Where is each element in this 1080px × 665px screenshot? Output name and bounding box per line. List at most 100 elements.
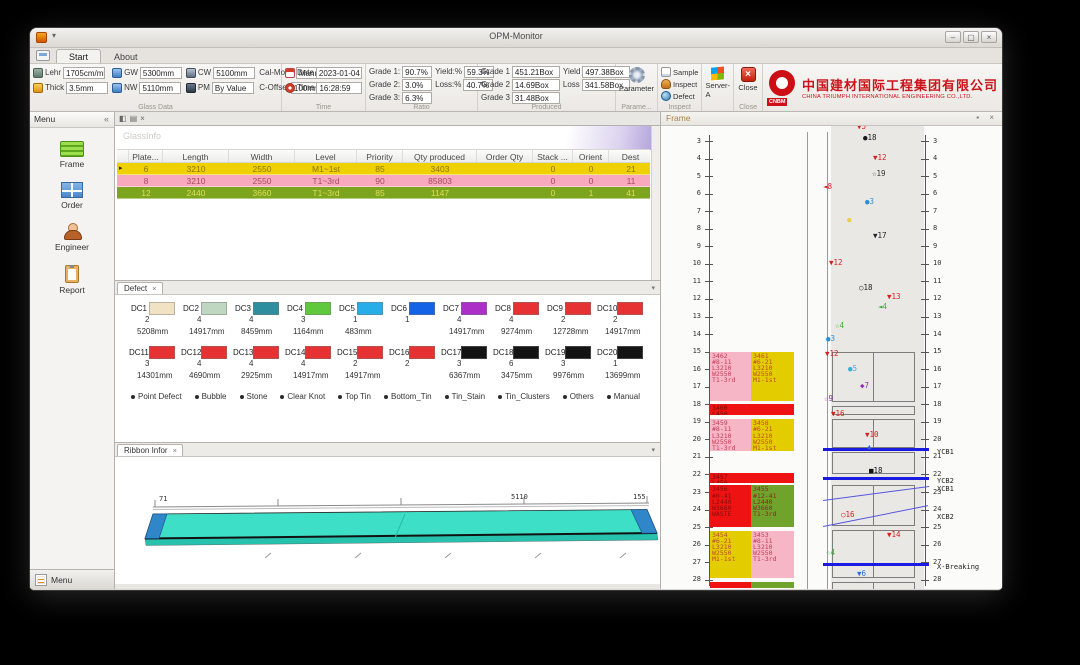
tab-defect[interactable]: Defect × — [117, 282, 163, 294]
table-row[interactable]: ▸632102550M1~1st8534030021Running — [117, 163, 650, 175]
cw-input[interactable]: 5100mm — [213, 66, 256, 79]
group-label: Time — [315, 104, 332, 111]
ruler-tick — [921, 316, 929, 318]
chevron-down-icon[interactable]: ▾ — [651, 446, 655, 454]
maximize-icon[interactable]: ▢ — [963, 31, 979, 43]
window-menu-icon[interactable] — [36, 50, 50, 61]
grade-2-input[interactable]: 14.69Box — [511, 78, 560, 91]
defect-color-swatch[interactable] — [461, 345, 487, 359]
defect-head: DC14 — [285, 345, 334, 359]
defect-color-swatch[interactable] — [565, 345, 591, 359]
grade-1-input[interactable]: 90.7% — [402, 65, 433, 78]
sample-button[interactable]: Sample — [661, 66, 698, 78]
close-tab-icon[interactable]: × — [152, 284, 156, 293]
defect-color-swatch[interactable] — [149, 345, 175, 359]
time-input[interactable]: 16:28:59 — [316, 81, 363, 94]
defect-color-swatch[interactable] — [617, 301, 643, 315]
svg-text:71: 71 — [159, 495, 167, 503]
defect-item-dc15: DC15 2 14917mm — [337, 345, 386, 383]
field-grade-1: Grade 1 451.21Box — [481, 65, 560, 78]
gw-icon — [112, 67, 123, 78]
group-label: Parame... — [621, 104, 652, 111]
defect-color-swatch[interactable] — [461, 301, 487, 315]
conveyor-edge-line — [827, 132, 828, 589]
app-window: ▾ OPM-Monitor – ▢ × Start About Lehr 1705cm/… — [30, 28, 1002, 590]
sidebar-menu-button[interactable]: Menu — [30, 569, 114, 589]
tab-ribbon-infor[interactable]: Ribbon Infor × — [117, 444, 183, 456]
close-app-button[interactable]: × Close — [738, 67, 758, 92]
ruler-tick — [705, 316, 713, 318]
defect-color-swatch[interactable] — [409, 345, 435, 359]
sidebar-item-report[interactable]: Report — [30, 265, 114, 295]
defect-color-swatch[interactable] — [305, 345, 331, 359]
grade-1-input[interactable]: 451.21Box — [511, 65, 560, 78]
tab-start[interactable]: Start — [56, 49, 102, 63]
defect-button[interactable]: Defect — [661, 90, 698, 102]
parameter-button[interactable]: Parameter — [619, 67, 654, 93]
lehr-input[interactable]: 1705cm/min — [63, 66, 106, 79]
table-scrollbar[interactable] — [651, 126, 660, 280]
chevron-down-icon[interactable]: ▾ — [651, 284, 655, 292]
date-input[interactable]: 2023-01-04 — [315, 66, 362, 79]
legend-dot-icon — [498, 394, 503, 399]
defect-color-swatch[interactable] — [253, 301, 279, 315]
row-marker: ▸ — [119, 165, 123, 172]
table-row[interactable]: 1224403660T1~3rd8511470141Running — [117, 187, 650, 199]
defect-color-swatch[interactable] — [565, 301, 591, 315]
ruler-tick — [705, 228, 713, 230]
sidebar-item-frame[interactable]: Frame — [30, 141, 114, 169]
server-a-button[interactable]: Server-A — [705, 65, 730, 99]
minimize-icon[interactable]: – — [945, 31, 961, 43]
company-name-cn: 中国建材国际工程集团有限公司 — [801, 78, 998, 93]
gw-input[interactable]: 5300mm — [139, 66, 182, 79]
defect-color-swatch[interactable] — [617, 345, 643, 359]
grade-3-input[interactable]: 6.3% — [402, 91, 433, 104]
inspect-button[interactable]: Inspect — [661, 78, 698, 90]
close-icon: × — [740, 67, 756, 82]
sidebar-item-order[interactable]: Order — [30, 182, 114, 210]
table-row[interactable]: 832102550T1~3rd90858030011Running — [117, 175, 650, 187]
nw-input[interactable]: 5110mm — [139, 81, 182, 94]
close-tab-icon[interactable]: × — [140, 114, 145, 123]
thick-input[interactable]: 3.5mm — [66, 81, 109, 94]
sidebar: Menu « Frame Order Engineer Report Menu — [30, 112, 115, 589]
time-icon — [285, 82, 295, 93]
ruler-tick — [921, 456, 929, 458]
collapse-icon[interactable]: « — [104, 114, 109, 124]
grade-3-input[interactable]: 31.48Box — [511, 91, 560, 104]
defect-color-swatch[interactable] — [357, 345, 383, 359]
grade-2-input[interactable]: 3.0% — [402, 78, 433, 91]
defect-color-swatch[interactable] — [201, 301, 227, 315]
defect-code-label: DC13 — [233, 347, 254, 357]
defect-color-swatch[interactable] — [409, 301, 435, 315]
defect-marker: ☆19 — [872, 169, 886, 179]
list-icon[interactable]: ▤ — [130, 114, 138, 123]
cell: 0 — [550, 164, 556, 174]
defect-head: DC4 — [285, 301, 334, 315]
ruler-number: 15 — [692, 347, 701, 356]
defect-color-swatch[interactable] — [513, 345, 539, 359]
defect-color-swatch[interactable] — [149, 301, 175, 315]
defect-count: 2 — [145, 315, 150, 324]
field-column: Grade 1 451.21Box Grade 2 14.69Box Grade 3 31… — [481, 65, 560, 104]
defect-color-swatch[interactable] — [357, 301, 383, 315]
defect-color-swatch[interactable] — [305, 301, 331, 315]
ruler-number: 5 — [933, 171, 938, 180]
pm-input[interactable]: By Value — [211, 81, 254, 94]
defect-color-swatch[interactable] — [201, 345, 227, 359]
ruler-tick — [921, 246, 929, 248]
tab-about[interactable]: About — [101, 49, 151, 63]
ribbon-svg: 71 5110 155 — [144, 493, 659, 559]
dock-icon[interactable]: ◧ — [119, 114, 127, 123]
close-panel-icon[interactable]: × — [989, 113, 998, 122]
field-pm: PM By Value — [185, 81, 255, 94]
defect-color-swatch[interactable] — [253, 345, 279, 359]
plate-block: 3454 #6-21 L3210 W2550 M1-1st — [710, 530, 751, 578]
defect-color-swatch[interactable] — [513, 301, 539, 315]
cell: 11 — [626, 176, 636, 186]
defect-item-dc16: DC16 2 — [389, 345, 438, 383]
pin-icon[interactable]: ▪ — [976, 113, 983, 122]
close-tab-icon[interactable]: × — [173, 446, 177, 455]
close-window-icon[interactable]: × — [981, 31, 997, 43]
sidebar-item-engineer[interactable]: Engineer — [30, 223, 114, 252]
